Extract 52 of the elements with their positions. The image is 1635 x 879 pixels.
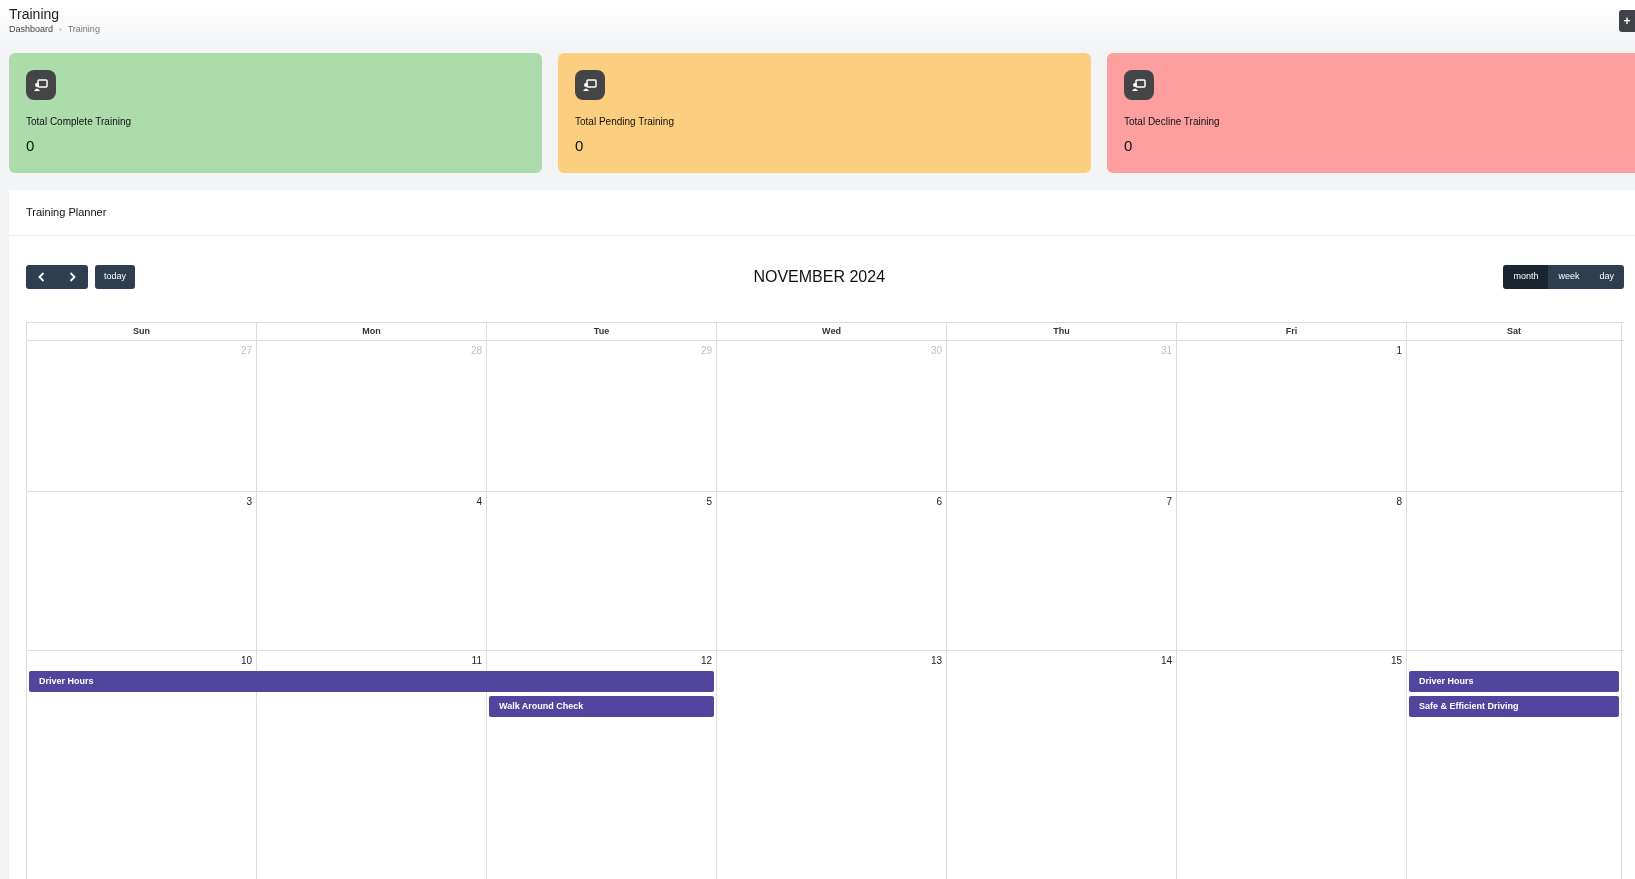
stat-value: 0 (1124, 136, 1134, 156)
previous-button[interactable] (26, 265, 57, 289)
day-number: 12 (700, 655, 712, 667)
view-tab[interactable]: month (1503, 265, 1549, 289)
weekday-header: Mon (257, 323, 487, 340)
calendar-event[interactable]: Walk Around Check (489, 696, 714, 717)
day-number: 13 (930, 655, 942, 667)
day-number: 6 (936, 496, 942, 508)
view-tab[interactable]: week (1548, 265, 1590, 289)
weekday-header: Fri (1177, 323, 1407, 340)
day-number: 29 (700, 345, 712, 357)
chevron-left-icon (38, 272, 45, 282)
card-title: Training Planner (26, 205, 107, 221)
page-title: Training (9, 6, 61, 23)
add-button[interactable]: + (1619, 10, 1635, 32)
weekday-header: Tue (487, 323, 717, 340)
day-number: 15 (1390, 655, 1402, 667)
weekday-header: Thu (947, 323, 1177, 340)
weekday-header: Sat (1407, 323, 1622, 340)
calendar-event[interactable]: Safe & Efficient Driving (1409, 696, 1619, 717)
view-tab[interactable]: day (1589, 265, 1624, 289)
day-number: 30 (930, 345, 942, 357)
day-number: 28 (470, 345, 482, 357)
day-number: 11 (471, 655, 482, 667)
breadcrumb-link[interactable]: Dashboard (9, 23, 54, 37)
stat-label: Total Decline Training (1124, 115, 1221, 129)
day-number: 3 (246, 496, 252, 508)
day-number: 8 (1396, 496, 1402, 508)
stat-label: Total Complete Training (26, 115, 133, 129)
calendar-event[interactable]: Driver Hours (29, 671, 714, 692)
day-number: 4 (476, 496, 482, 508)
month-title: NOVEMBER 2024 (753, 267, 886, 287)
presentation-board-icon (583, 79, 597, 91)
weekday-header: Wed (717, 323, 947, 340)
stat-value: 0 (26, 136, 36, 156)
stat-label: Total Pending Training (575, 115, 675, 129)
day-number: 7 (1166, 496, 1172, 508)
day-number: 27 (240, 345, 252, 357)
next-button[interactable] (57, 265, 88, 289)
weekday-header: Sun (27, 323, 257, 340)
chevron-right-icon (69, 272, 76, 282)
breadcrumb-separator-icon: › (59, 23, 62, 36)
presentation-board-icon (34, 79, 48, 91)
day-number: 31 (1160, 345, 1172, 357)
stat-value: 0 (575, 136, 585, 156)
day-number: 5 (706, 496, 712, 508)
day-number: 10 (240, 655, 252, 667)
day-number: 1 (1396, 345, 1402, 357)
calendar-event[interactable]: Driver Hours (1409, 671, 1619, 692)
presentation-board-icon (1132, 79, 1146, 91)
today-button[interactable]: today (95, 265, 136, 289)
day-number: 14 (1160, 655, 1172, 667)
